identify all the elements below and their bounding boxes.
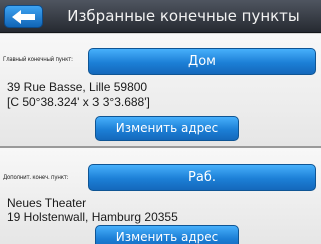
home-address-line: 39 Rue Basse, Lille 59800 [7, 80, 148, 94]
back-button[interactable] [4, 5, 43, 28]
home-name-button[interactable]: Дом [88, 48, 316, 75]
arrow-left-icon [11, 9, 35, 24]
work-name-button[interactable]: Раб. [88, 164, 316, 191]
home-destination-label: Главный конечный пункт: [3, 56, 73, 63]
work-address-line-2: 19 Holstenwall, Hamburg 20355 [7, 210, 178, 224]
home-change-address-button[interactable]: Изменить адрес [95, 116, 239, 141]
work-destination-label: Дополнит. конеч. пункт: [3, 174, 69, 181]
home-destination-section: Главный конечный пункт: Дом 39 Rue Basse… [0, 34, 321, 146]
title-bar: Избранные конечные пункты [0, 0, 321, 33]
work-change-address-button[interactable]: Изменить адрес [95, 225, 239, 244]
work-destination-section: Дополнит. конеч. пункт: Раб. Neues Theat… [0, 148, 321, 244]
home-coordinates: [С 50°38.324' х З 3°3.688'] [7, 95, 150, 109]
work-address-line: Neues Theater [7, 196, 87, 210]
page-title: Избранные конечные пункты [67, 7, 300, 25]
